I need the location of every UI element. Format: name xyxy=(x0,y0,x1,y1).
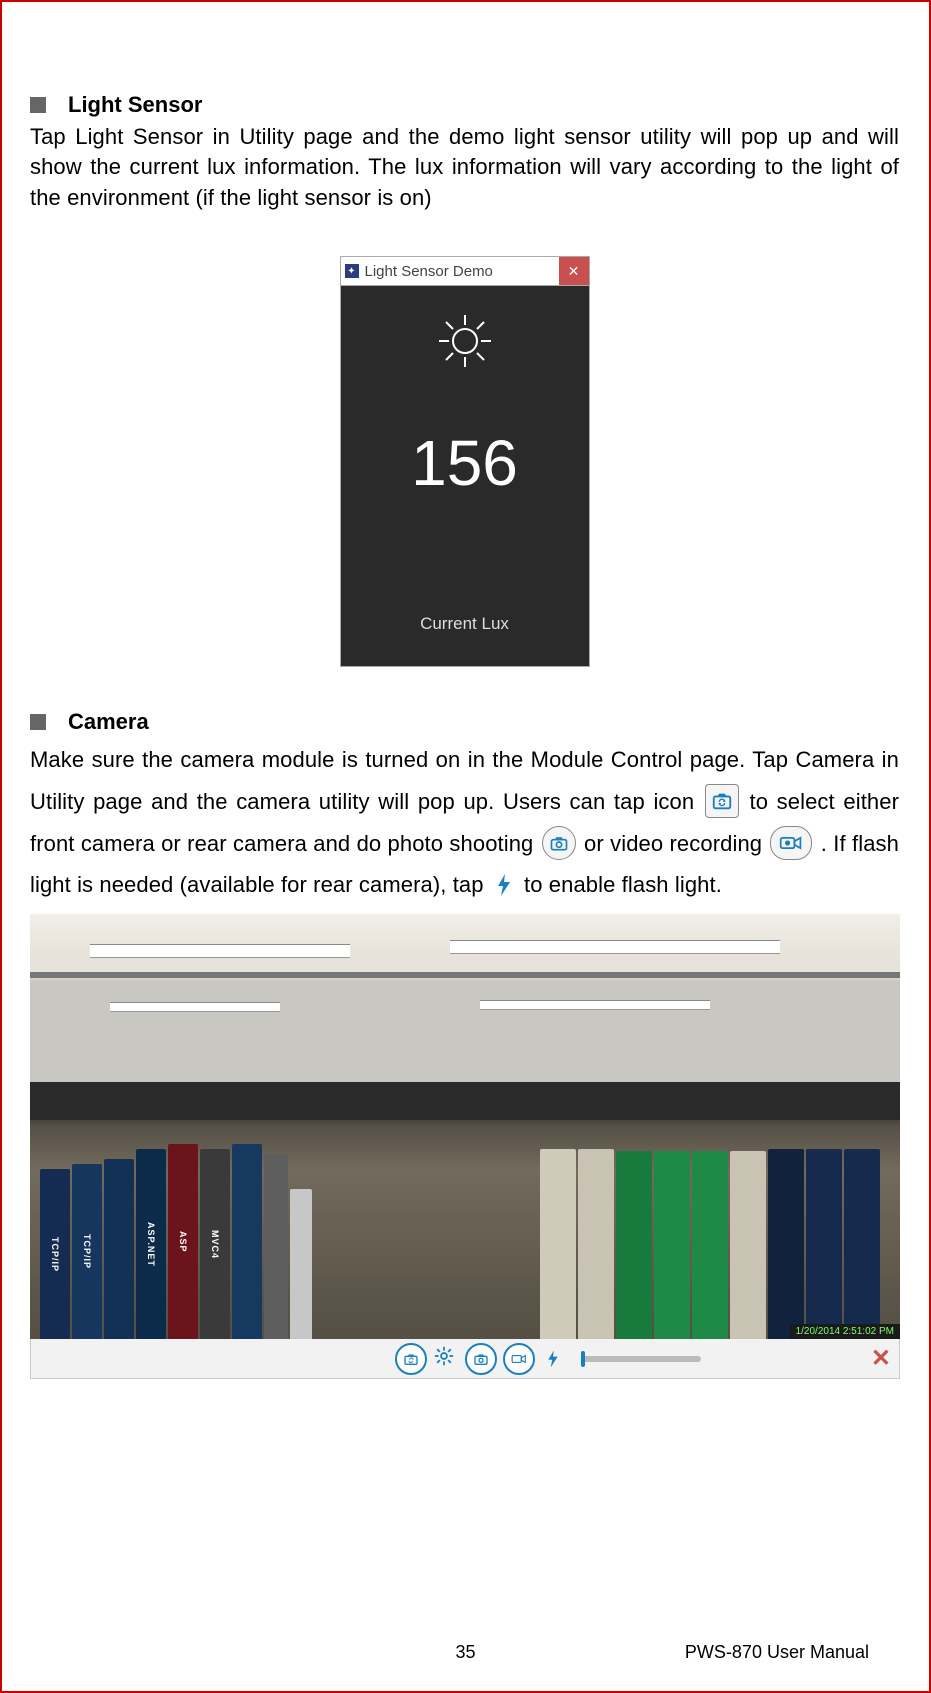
lux-value: 156 xyxy=(341,426,589,500)
zoom-slider[interactable] xyxy=(581,1356,701,1362)
binders-illustration xyxy=(540,1139,900,1339)
sun-icon xyxy=(435,311,495,371)
preview-timestamp: 1/20/2014 2:51:02 PM xyxy=(790,1324,900,1339)
document-page: Light Sensor Tap Light Sensor in Utility… xyxy=(0,0,931,1693)
square-bullet-icon xyxy=(30,714,46,730)
switch-camera-icon xyxy=(705,784,739,818)
light-sensor-demo-body: 156 Current Lux xyxy=(340,286,590,667)
app-icon: ✦ xyxy=(345,264,359,278)
close-button[interactable]: ✕ xyxy=(559,257,589,285)
lux-label: Current Lux xyxy=(341,614,589,634)
video-record-button[interactable] xyxy=(503,1343,535,1375)
camera-text-3: or video recording xyxy=(584,831,762,856)
camera-utility-figure: TCP/IP TCP/IP ASP.NET ASP MVC4 xyxy=(30,914,900,1379)
flash-icon xyxy=(490,871,518,899)
camera-text-5: to enable flash light. xyxy=(524,872,722,897)
video-record-icon xyxy=(770,826,812,860)
camera-toolbar: ✕ xyxy=(30,1339,900,1379)
page-footer: 35 PWS-870 User Manual xyxy=(2,1642,929,1663)
body-text-camera: Make sure the camera module is turned on… xyxy=(30,739,899,906)
heading-light-sensor: Light Sensor xyxy=(68,92,202,118)
window-titlebar: ✦ Light Sensor Demo ✕ xyxy=(340,256,590,286)
settings-button[interactable] xyxy=(433,1345,455,1372)
close-camera-button[interactable]: ✕ xyxy=(871,1344,891,1373)
books-illustration: TCP/IP TCP/IP ASP.NET ASP MVC4 xyxy=(40,1119,312,1339)
flash-toggle-button[interactable] xyxy=(541,1347,565,1371)
light-sensor-demo-figure: ✦ Light Sensor Demo ✕ xyxy=(30,256,899,667)
light-sensor-demo-window: ✦ Light Sensor Demo ✕ xyxy=(340,256,590,667)
document-title: PWS-870 User Manual xyxy=(685,1642,869,1663)
switch-camera-button[interactable] xyxy=(395,1343,427,1375)
camera-preview: TCP/IP TCP/IP ASP.NET ASP MVC4 xyxy=(30,914,900,1339)
section-heading-camera: Camera xyxy=(30,709,899,735)
camera-photo-icon xyxy=(542,826,576,860)
photo-shoot-button[interactable] xyxy=(465,1343,497,1375)
square-bullet-icon xyxy=(30,97,46,113)
page-number: 35 xyxy=(455,1642,475,1663)
body-text-light-sensor: Tap Light Sensor in Utility page and the… xyxy=(30,122,899,213)
window-title: Light Sensor Demo xyxy=(365,263,493,280)
section-heading-light-sensor: Light Sensor xyxy=(30,92,899,118)
heading-camera: Camera xyxy=(68,709,149,735)
